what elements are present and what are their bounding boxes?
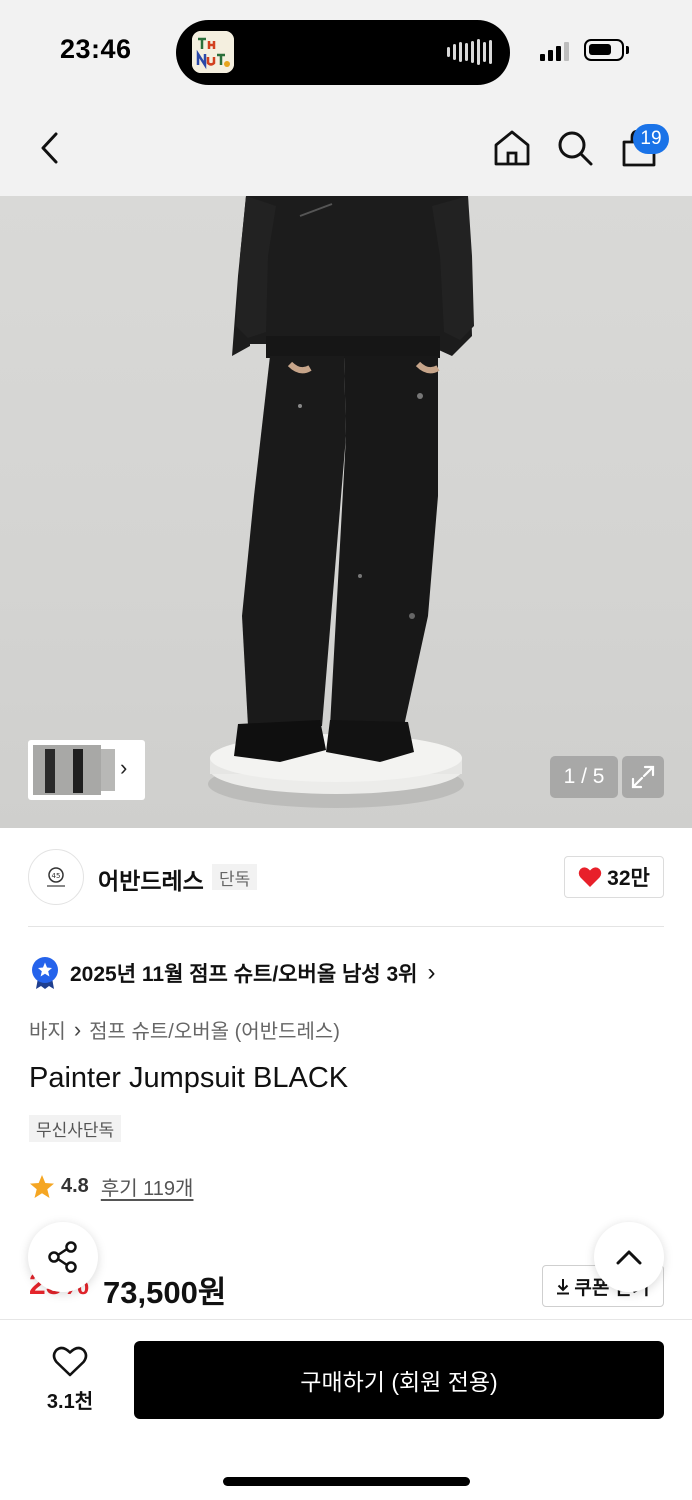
brand-like-button[interactable]: 32만 [564, 856, 664, 898]
now-playing-app-icon [192, 31, 234, 73]
ranking-text: 2025년 11월 점프 슈트/오버올 남성 3위 [70, 963, 418, 986]
star-icon [30, 1175, 54, 1198]
breadcrumb: 바지 › 점프 슈트/오버올 (어반드레스) [29, 1015, 340, 1044]
divider [28, 926, 664, 927]
ranking-link[interactable]: 2025년 11월 점프 슈트/오버올 남성 3위 › [30, 956, 435, 990]
breadcrumb-level2[interactable]: 점프 슈트/오버올 (어반드레스) [89, 1015, 340, 1044]
sale-price: 73,500원 [103, 1275, 227, 1310]
rating-value: 4.8 [61, 1175, 89, 1197]
search-icon[interactable] [553, 126, 597, 170]
chevron-up-icon [616, 1250, 642, 1265]
thumbnail-strip[interactable]: › [28, 740, 145, 800]
home-icon[interactable] [490, 126, 534, 170]
rating-row: 4.8 후기 119개 [29, 1172, 193, 1201]
thumbnail-image[interactable] [33, 745, 101, 795]
image-page-counter: 1 / 5 [550, 756, 618, 798]
share-button[interactable] [28, 1222, 98, 1292]
cellular-signal-icon [540, 41, 569, 61]
battery-icon [584, 39, 624, 61]
expand-icon[interactable] [622, 756, 664, 798]
back-chevron-icon[interactable] [28, 126, 72, 170]
reviews-link[interactable]: 후기 119개 [101, 1172, 194, 1201]
ranking-medal-icon [32, 957, 58, 989]
svg-text:45: 45 [52, 872, 61, 880]
buy-button[interactable]: 구매하기 (회원 전용) [134, 1341, 664, 1419]
share-icon [48, 1241, 77, 1273]
brand-exclusive-tag: 단독 [212, 864, 258, 890]
wishlist-count: 3.1천 [46, 1391, 94, 1413]
home-indicator [223, 1477, 470, 1486]
exclusive-tag: 무신사단독 [29, 1115, 122, 1142]
heart-filled-icon [578, 867, 602, 887]
download-icon [557, 1279, 570, 1295]
cart-count-badge: 19 [633, 124, 669, 154]
audio-waveform-icon [447, 39, 492, 65]
chevron-right-icon: › [73, 1016, 82, 1042]
product-image[interactable]: › 1 / 5 [0, 196, 692, 828]
brand-name[interactable]: 어반드레스 [98, 862, 204, 896]
dynamic-island [176, 20, 510, 85]
brand-logo[interactable]: 45 [28, 849, 84, 905]
chevron-right-icon[interactable]: › [120, 755, 127, 781]
status-bar: 23:46 [0, 0, 692, 100]
product-title: Painter Jumpsuit BLACK [29, 1062, 349, 1094]
status-time: 23:46 [60, 34, 132, 64]
top-nav [0, 100, 692, 196]
wishlist-button[interactable]: 3.1천 [40, 1346, 100, 1414]
thumbnail-image[interactable] [101, 749, 115, 791]
heart-outline-icon [52, 1346, 88, 1377]
scroll-to-top-button[interactable] [594, 1222, 664, 1292]
breadcrumb-level1[interactable]: 바지 [29, 1015, 66, 1044]
brand-like-count: 32만 [607, 867, 650, 890]
chevron-right-icon: › [427, 959, 436, 986]
